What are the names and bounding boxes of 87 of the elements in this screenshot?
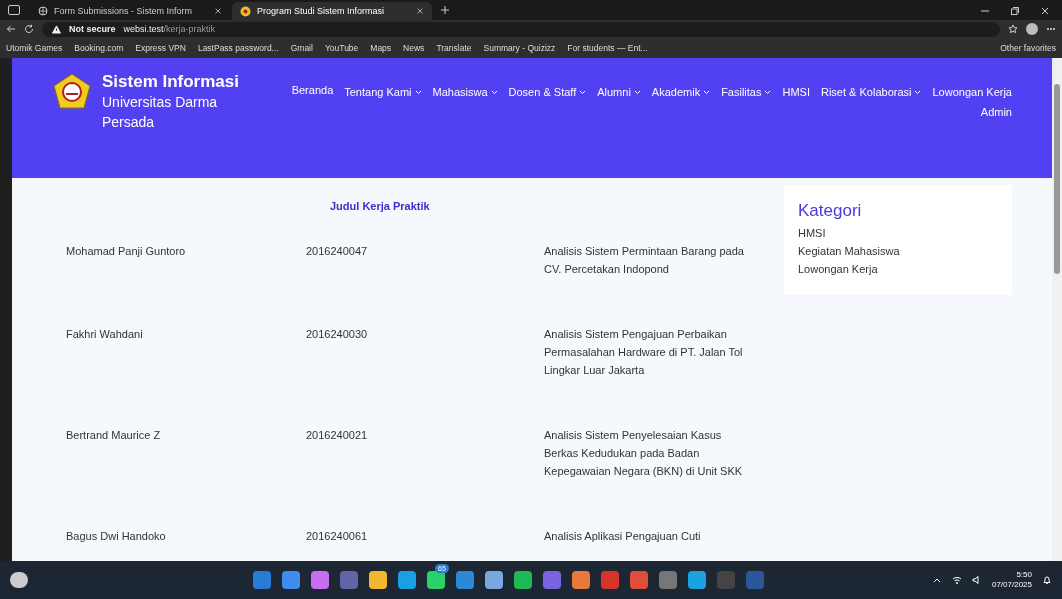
category-link[interactable]: Lowongan Kerja (798, 260, 998, 278)
close-icon[interactable] (1040, 6, 1050, 16)
app-icon[interactable] (253, 571, 271, 589)
wifi-icon[interactable] (951, 575, 962, 585)
bell-icon[interactable] (1042, 575, 1052, 585)
caret-icon (414, 89, 422, 95)
browser-tab[interactable]: Form Submissions - Sistem Inform (30, 2, 230, 20)
crest-icon (240, 5, 251, 17)
table-cell-text: Analisis Sistem Penyelesaian Kasus Berkas Kedudukan pada Badan Kepegawaian Negara (BKN) di Unit SKK (544, 428, 744, 479)
table-cell-text: Bertrand Maurice Z (66, 428, 162, 443)
refresh-icon[interactable] (24, 24, 34, 34)
app-icon[interactable] (311, 571, 329, 589)
bookmark[interactable]: Utomik Games (6, 43, 63, 53)
nav-link[interactable]: Admin (980, 106, 1012, 118)
address-bar[interactable]: Not secure websi.test/kerja-praktik (42, 21, 1000, 37)
app-icon[interactable] (427, 571, 445, 589)
app-icon[interactable] (688, 571, 706, 589)
site-subtitle: Universitas Darma Persada (102, 93, 219, 132)
bookmark[interactable]: YouTube (324, 43, 359, 53)
scrollbar[interactable] (1052, 58, 1062, 561)
card-title: Kategori (798, 201, 863, 221)
bookmark[interactable]: LastPass password... (197, 43, 279, 53)
table-cell-text: 2016240021 (306, 428, 369, 443)
nav-link[interactable]: Dosen & Staff (508, 86, 587, 98)
nav-link[interactable]: Riset & Kolaborasi (821, 86, 922, 98)
table-cell-text: 2016240047 (306, 244, 369, 259)
restore-icon[interactable] (1010, 6, 1020, 16)
table-cell-text: 2016240061 (306, 529, 369, 544)
nav-link[interactable]: Akademik (651, 86, 711, 98)
table-cell-text: Bagus Dwi Handoko (66, 529, 167, 544)
tab-actions-icon[interactable] (8, 5, 20, 15)
caret-icon (633, 89, 641, 95)
app-icon[interactable] (456, 571, 474, 589)
caret-icon (764, 89, 772, 95)
caret-icon (703, 89, 711, 95)
profile-icon[interactable] (1026, 23, 1038, 35)
site-title[interactable]: Sistem Informasi (102, 72, 252, 92)
bookmark[interactable]: Express VPN (135, 43, 186, 53)
app-icon[interactable] (398, 571, 416, 589)
browser-tab[interactable]: Program Studi Sistem Informasi (232, 2, 432, 20)
nav-link[interactable]: Mahasiswa (432, 86, 498, 98)
app-icon[interactable] (659, 571, 677, 589)
caret-icon (914, 89, 922, 95)
bookmark[interactable]: Maps (370, 43, 392, 53)
table-cell-text: Fakhri Wahdani (66, 327, 144, 342)
star-icon[interactable] (1008, 24, 1018, 34)
globe-icon (38, 6, 48, 16)
caret-icon (490, 89, 498, 95)
university-crest-icon (52, 72, 92, 112)
nav-link[interactable]: Tentang Kami (344, 86, 422, 98)
speaker-icon[interactable] (971, 575, 982, 585)
table-cell-text: Analisis Sistem Permintaan Barang pada CV. Percetakan Indopond (544, 244, 745, 277)
app-icon[interactable] (601, 571, 619, 589)
app-icon[interactable] (485, 571, 503, 589)
nav-link[interactable]: Beranda (291, 81, 334, 98)
app-icon[interactable] (340, 571, 358, 589)
plus-icon[interactable] (440, 5, 450, 15)
category-link[interactable]: HMSI (798, 224, 998, 242)
app-icon[interactable] (514, 571, 532, 589)
bookmark[interactable]: Booking.com (74, 43, 124, 53)
nav-link[interactable]: Fasilitas (721, 86, 772, 98)
app-icon[interactable] (369, 571, 387, 589)
back-icon[interactable] (6, 24, 16, 34)
warning-icon (52, 24, 61, 34)
nav-link[interactable]: Lowongan Kerja (932, 86, 1012, 98)
bookmark-folder[interactable]: Other favorites (1000, 43, 1056, 53)
close-icon[interactable] (214, 7, 222, 15)
bookmark[interactable]: News (403, 43, 425, 53)
table-cell-text: Analisis Aplikasi Pengajuan Cuti (544, 529, 702, 544)
app-icon[interactable] (282, 571, 300, 589)
close-icon[interactable] (416, 7, 424, 15)
bookmark[interactable]: For students — Ent... (567, 43, 648, 53)
app-icon[interactable] (630, 571, 648, 589)
caret-icon (579, 89, 587, 95)
clock[interactable]: 5:50 07/07/2025 (991, 570, 1032, 590)
table-cell-text: Analisis Sistem Pengajuan Perbaikan Permasalahan Hardware di PT. Jalan Tol Lingkar Luar Jakarta (544, 327, 744, 378)
app-icon[interactable] (572, 571, 590, 589)
app-icon[interactable] (543, 571, 561, 589)
column-heading: Judul Kerja Praktik (329, 199, 431, 214)
nav-link[interactable]: Alumni (597, 86, 641, 98)
table-cell-text: 2016240030 (306, 327, 369, 342)
category-link[interactable]: Kegiatan Mahasiswa (798, 242, 998, 260)
table-cell-text: Mohamad Panji Guntoro (66, 244, 187, 259)
nav-link[interactable]: HMSI (782, 86, 810, 98)
bookmark[interactable]: Summary - Quizizz (483, 43, 556, 53)
bookmark[interactable]: Gmail (290, 43, 313, 53)
bookmark[interactable]: Translate (436, 43, 472, 53)
